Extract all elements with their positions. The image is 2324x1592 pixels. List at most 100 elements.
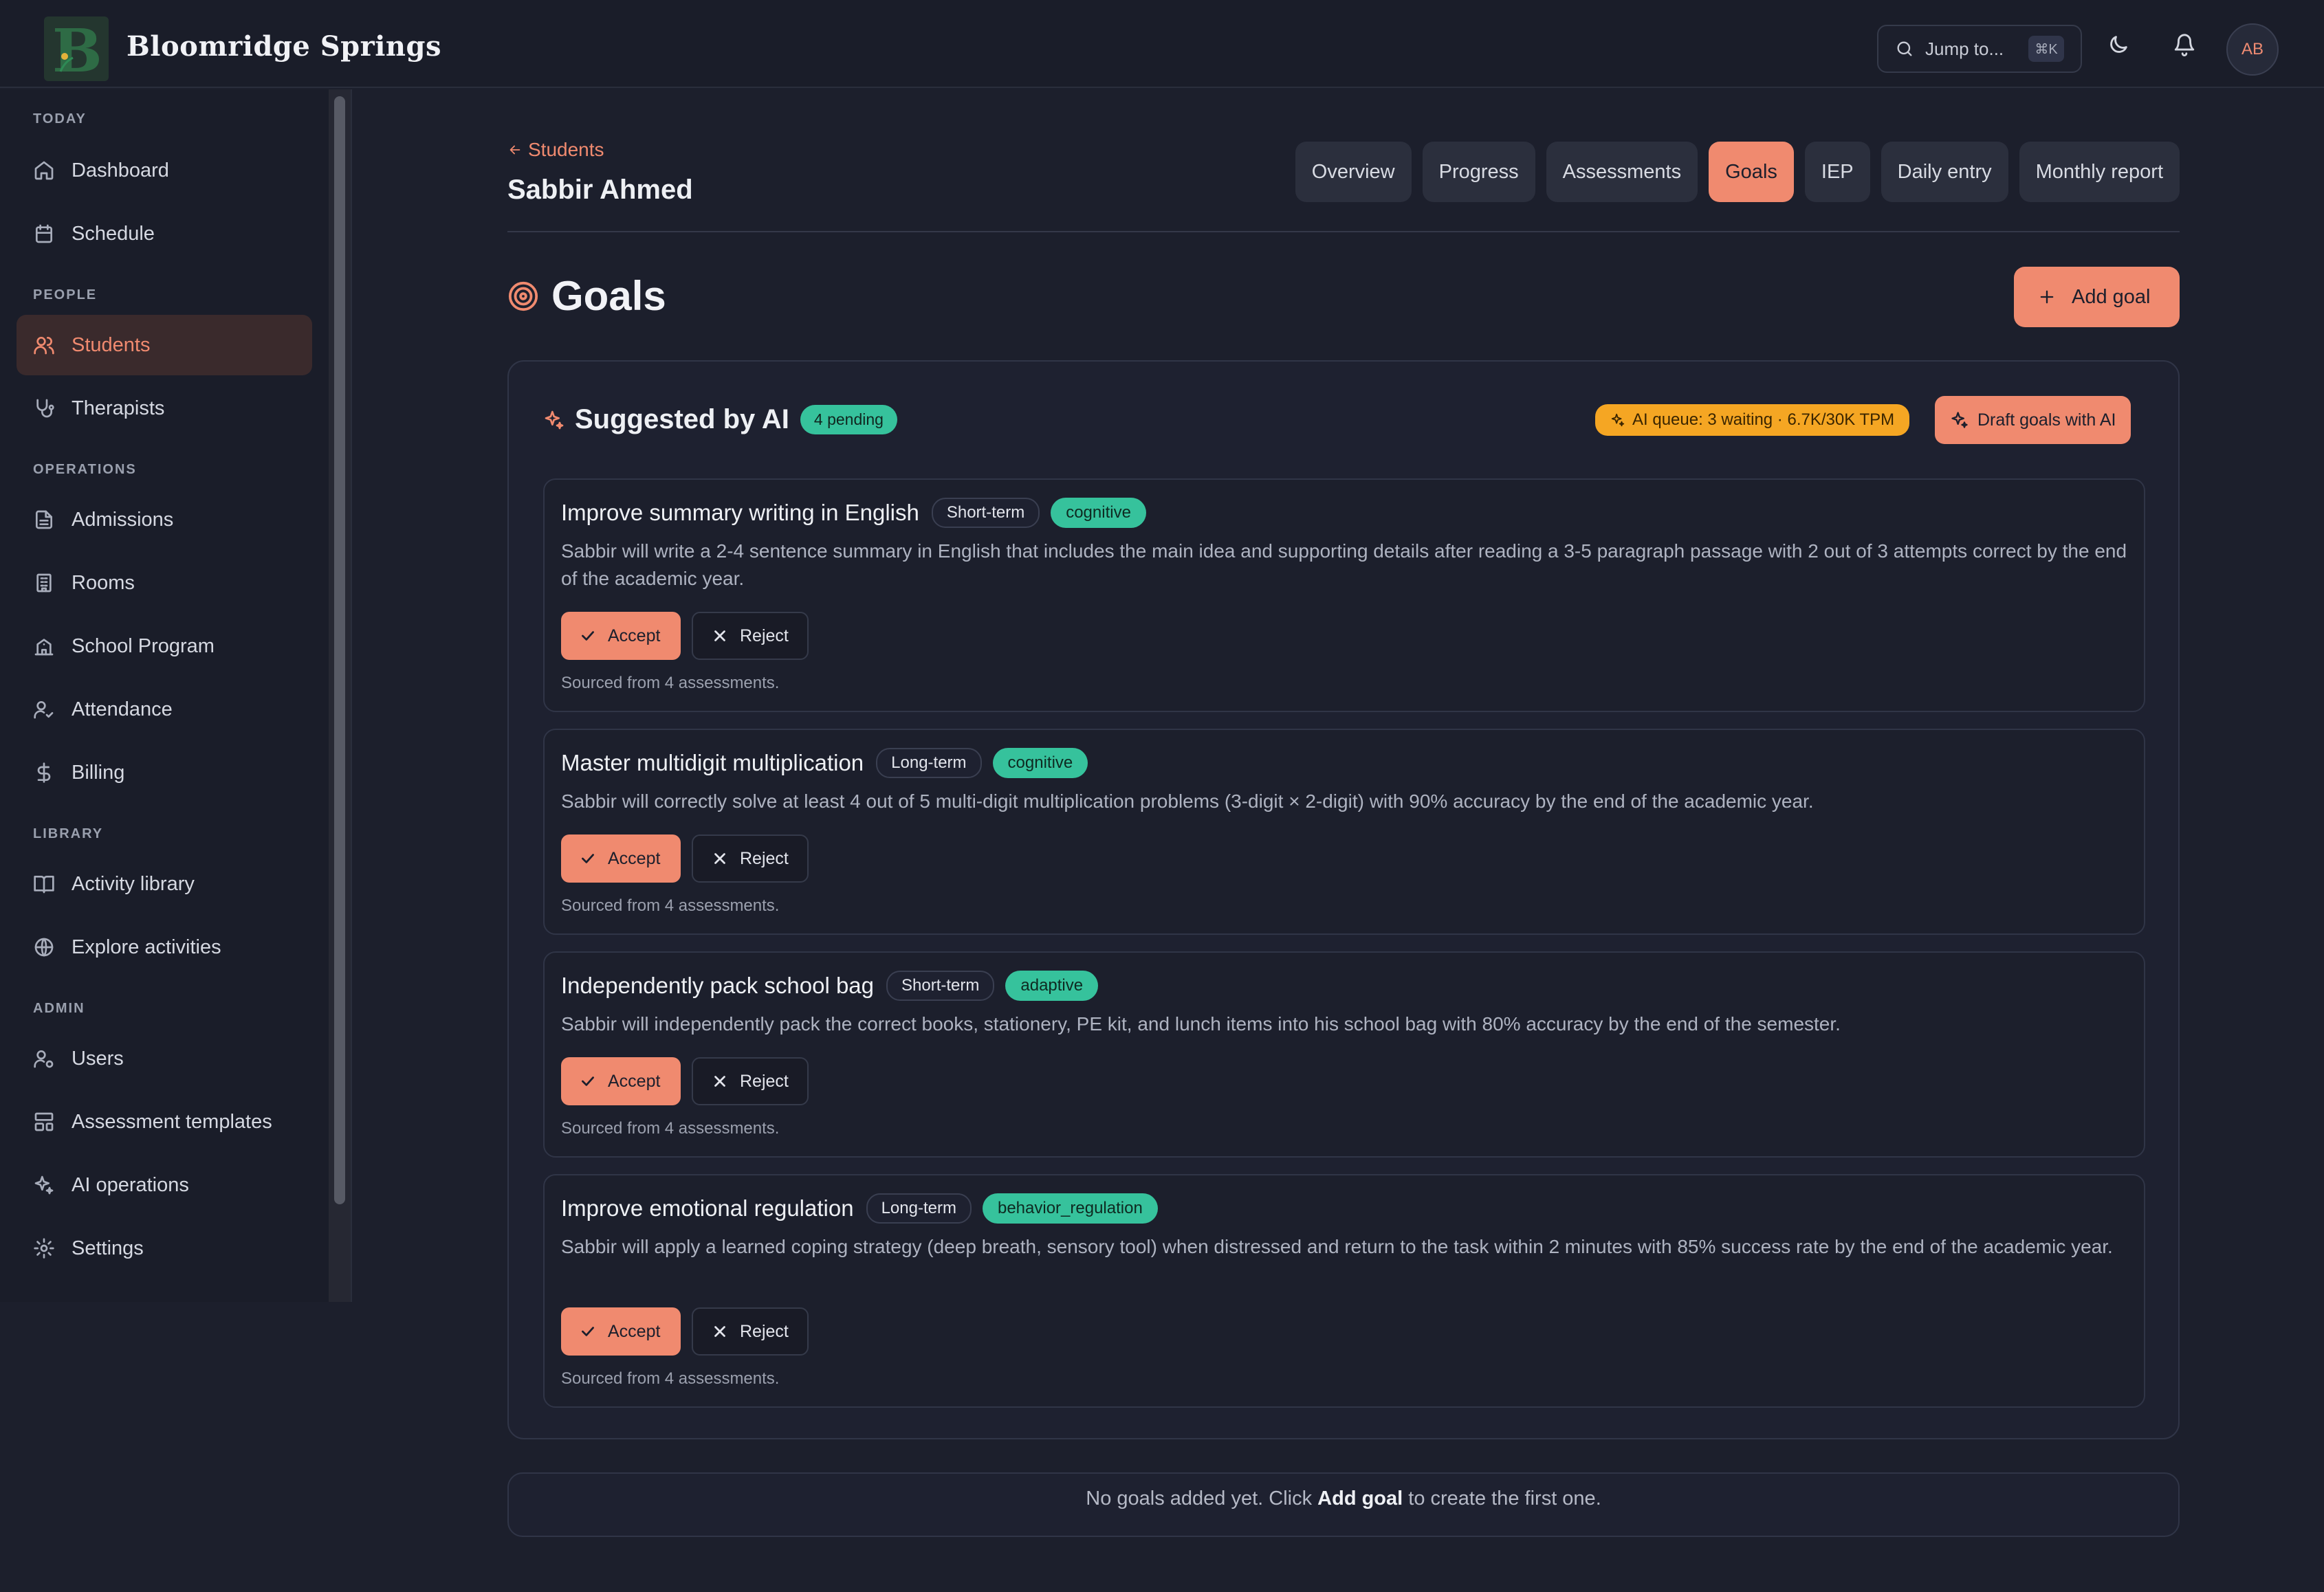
layout-icon	[34, 1112, 54, 1131]
sidebar-item-therapists[interactable]: Therapists	[17, 378, 312, 439]
goal-title-row: Improve summary writing in English Short…	[561, 498, 1146, 528]
goal-domain-tag: cognitive	[992, 748, 1088, 778]
sidebar-item-assessment-templates[interactable]: Assessment templates	[17, 1092, 312, 1152]
stethoscope-icon	[36, 399, 54, 418]
sidebar: TODAY Dashboard Schedule PEOPLE Students…	[0, 89, 352, 1302]
sidebar-item-rooms[interactable]: Rooms	[17, 553, 312, 613]
goal-domain-tag: cognitive	[1051, 498, 1146, 528]
ai-suggestions-panel: Suggested by AI 4 pending AI queue: 3 wa…	[507, 360, 2180, 1439]
tab-monthly-report[interactable]: Monthly report	[2019, 142, 2180, 202]
tab-iep[interactable]: IEP	[1804, 142, 1870, 202]
goal-title: Improve summary writing in English	[561, 500, 919, 525]
globe-icon	[34, 938, 54, 957]
reject-button[interactable]: Reject	[692, 834, 809, 883]
sparkles-icon	[1951, 412, 1968, 428]
file-icon	[36, 510, 52, 529]
sparkles-icon	[34, 1175, 54, 1195]
page-title: Goals	[551, 273, 666, 319]
school-icon	[34, 639, 54, 656]
sidebar-item-ai-operations[interactable]: AI operations	[17, 1155, 312, 1215]
reject-button[interactable]: Reject	[692, 612, 809, 660]
sidebar-section-today: TODAY	[33, 111, 87, 126]
sidebar-item-activity-library[interactable]: Activity library	[17, 854, 312, 914]
sidebar-item-label: Activity library	[72, 872, 195, 895]
sidebar-item-label: Assessment templates	[72, 1110, 272, 1133]
sidebar-item-label: Attendance	[72, 698, 173, 720]
empty-message-add-goal: Add goal	[1317, 1488, 1403, 1510]
back-to-students-link[interactable]: Students	[507, 139, 604, 161]
tab-assessments[interactable]: Assessments	[1546, 142, 1698, 202]
sidebar-item-label: Schedule	[72, 222, 155, 245]
sidebar-item-schedule[interactable]: Schedule	[17, 203, 312, 264]
sidebar-item-school-program[interactable]: School Program	[17, 616, 312, 676]
plus-icon	[2040, 290, 2054, 304]
sidebar-item-dashboard[interactable]: Dashboard	[17, 140, 312, 201]
tab-progress[interactable]: Progress	[1422, 142, 1535, 202]
sidebar-item-explore-activities[interactable]: Explore activities	[17, 917, 312, 977]
target-icon	[508, 281, 538, 311]
sparkles-icon	[545, 410, 564, 429]
goal-source: Sourced from 4 assessments.	[561, 896, 780, 915]
suggested-goal-card: Master multidigit multiplication Long-te…	[543, 729, 2145, 935]
tab-overview[interactable]: Overview	[1295, 142, 1412, 202]
theme-toggle-button[interactable]	[2107, 33, 2130, 56]
users-icon	[34, 337, 54, 355]
suggested-goal-card: Independently pack school bag Short-term…	[543, 951, 2145, 1158]
close-icon	[714, 1326, 725, 1337]
sidebar-item-label: Therapists	[72, 397, 165, 419]
sidebar-item-settings[interactable]: Settings	[17, 1218, 312, 1279]
calendar-icon	[36, 224, 52, 243]
tab-goals[interactable]: Goals	[1709, 142, 1794, 202]
ai-panel-title: Suggested by AI	[575, 404, 789, 434]
sidebar-section-operations: OPERATIONS	[33, 462, 137, 477]
close-icon	[714, 630, 725, 641]
sidebar-item-label: Rooms	[72, 571, 135, 594]
reject-button[interactable]: Reject	[692, 1307, 809, 1356]
brand-name[interactable]: Bloomridge Springs	[127, 30, 441, 63]
sidebar-item-label: AI operations	[72, 1173, 189, 1196]
check-icon	[582, 631, 594, 641]
reject-label: Reject	[740, 1071, 789, 1091]
sidebar-item-label: Students	[72, 333, 151, 356]
jump-to-search[interactable]: Jump to... ⌘K	[1877, 25, 2082, 73]
sidebar-item-students[interactable]: Students	[17, 315, 312, 375]
goal-actions: Accept Reject	[561, 834, 809, 883]
accept-button[interactable]: Accept	[561, 1307, 681, 1356]
sidebar-item-users[interactable]: Users	[17, 1028, 312, 1089]
reject-label: Reject	[740, 1321, 789, 1341]
reject-label: Reject	[740, 626, 789, 645]
ai-queue-badge: AI queue: 3 waiting · 6.7K/30K TPM	[1595, 404, 1910, 436]
goal-title-row: Independently pack school bag Short-term…	[561, 971, 1099, 1001]
goal-description: Sabbir will independently pack the corre…	[561, 1013, 1841, 1035]
close-icon	[714, 853, 725, 864]
student-name: Sabbir Ahmed	[507, 175, 693, 205]
shortcut-badge: ⌘K	[2028, 36, 2064, 62]
accept-button[interactable]: Accept	[561, 834, 681, 883]
accept-button[interactable]: Accept	[561, 1057, 681, 1105]
sidebar-item-admissions[interactable]: Admissions	[17, 489, 312, 550]
sidebar-scroll-thumb[interactable]	[334, 96, 345, 1204]
brand-logo[interactable]: B	[44, 16, 109, 81]
draft-goals-with-ai-button[interactable]: Draft goals with AI	[1935, 396, 2131, 444]
tab-daily-entry[interactable]: Daily entry	[1881, 142, 2008, 202]
user-avatar[interactable]: AB	[2226, 23, 2279, 76]
notifications-button[interactable]	[2173, 33, 2196, 56]
goal-description: Sabbir will correctly solve at least 4 o…	[561, 791, 1814, 812]
check-icon	[582, 1327, 594, 1336]
sidebar-item-label: School Program	[72, 634, 215, 657]
goal-title: Independently pack school bag	[561, 973, 875, 998]
gear-icon	[34, 1238, 54, 1259]
accept-button[interactable]: Accept	[561, 612, 681, 660]
ai-queue-text: AI queue: 3 waiting · 6.7K/30K TPM	[1632, 410, 1895, 429]
reject-button[interactable]: Reject	[692, 1057, 809, 1105]
sidebar-item-attendance[interactable]: Attendance	[17, 679, 312, 740]
goals-heading: Goals	[507, 272, 666, 320]
accept-label: Accept	[608, 626, 661, 645]
draft-goals-label: Draft goals with AI	[1977, 410, 2116, 430]
arrow-left-icon	[509, 145, 520, 155]
add-goal-button[interactable]: Add goal	[2014, 267, 2180, 327]
ai-panel-header: Suggested by AI 4 pending	[543, 404, 897, 435]
sidebar-item-billing[interactable]: Billing	[17, 742, 312, 803]
goal-description: Sabbir will apply a learned coping strat…	[561, 1236, 2113, 1257]
moon-icon	[2110, 36, 2127, 53]
